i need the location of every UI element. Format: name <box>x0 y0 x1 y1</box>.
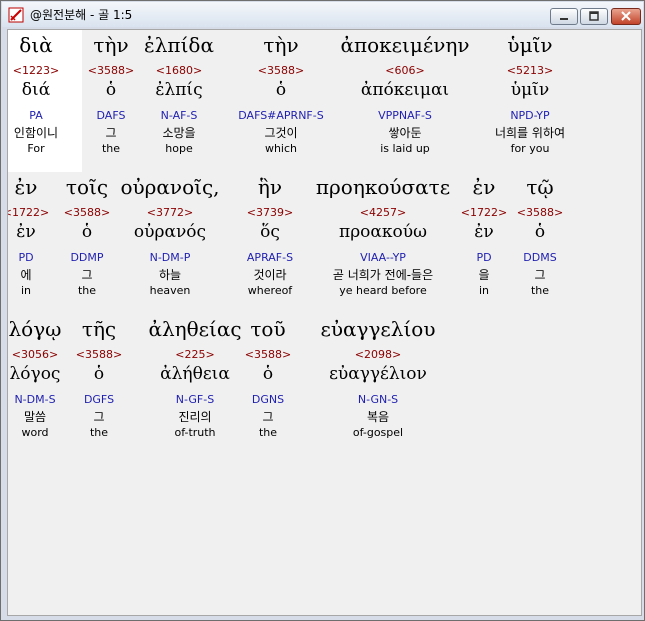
word-column[interactable]: εὐαγγελίου <2098> εὐαγγέλιον N-GN-S 복음 of-gos… <box>303 317 453 440</box>
word-column[interactable]: ὑμῖν <5213> ὑμῖν NPD-YP 너희를 위하여 for you <box>455 33 605 156</box>
greek-word: εὐαγγελίου <box>320 317 436 341</box>
korean-gloss: 그 <box>534 268 546 282</box>
english-gloss: the <box>530 284 550 297</box>
morph-code: N-GN-S <box>357 393 399 406</box>
greek-word: τῷ <box>526 175 554 199</box>
korean-gloss: 너희를 위하여 <box>494 126 566 140</box>
lemma: ὑμῖν <box>510 80 550 100</box>
window-title: @원전분해 - 골 1:5 <box>30 8 133 22</box>
korean-gloss: 복음 <box>366 410 390 424</box>
app-icon <box>8 7 24 23</box>
minimize-button[interactable] <box>550 8 578 25</box>
english-gloss: of-gospel <box>352 426 404 439</box>
lemma: ὁ <box>534 222 546 242</box>
close-icon <box>621 11 631 21</box>
lemma: εὐαγγέλιον <box>329 364 427 384</box>
close-button[interactable] <box>611 8 641 25</box>
english-gloss: for you <box>510 142 550 155</box>
greek-word: ὑμῖν <box>507 33 553 57</box>
morph-code: NPD-YP <box>510 109 550 122</box>
interlinear-pane[interactable]: διὰ <1223> διά PA 인함이니 For τὴν <3588> ὁ DAFS 그 the ἐ… <box>7 29 642 616</box>
morph-code: DDMS <box>523 251 557 264</box>
maximize-icon <box>589 11 599 21</box>
minimize-icon <box>560 18 568 20</box>
strong-number: <5213> <box>506 64 554 77</box>
word-column[interactable]: τῷ <3588> ὁ DDMS 그 the <box>465 175 615 298</box>
strong-number: <2098> <box>354 348 402 361</box>
strong-number: <3588> <box>516 206 564 219</box>
maximize-button[interactable] <box>580 8 608 25</box>
title-bar[interactable]: @원전분해 - 골 1:5 <box>2 2 643 27</box>
app-window: @원전분해 - 골 1:5 διὰ <1223> διά PA 인함이니 For τὴν <3… <box>0 0 645 621</box>
